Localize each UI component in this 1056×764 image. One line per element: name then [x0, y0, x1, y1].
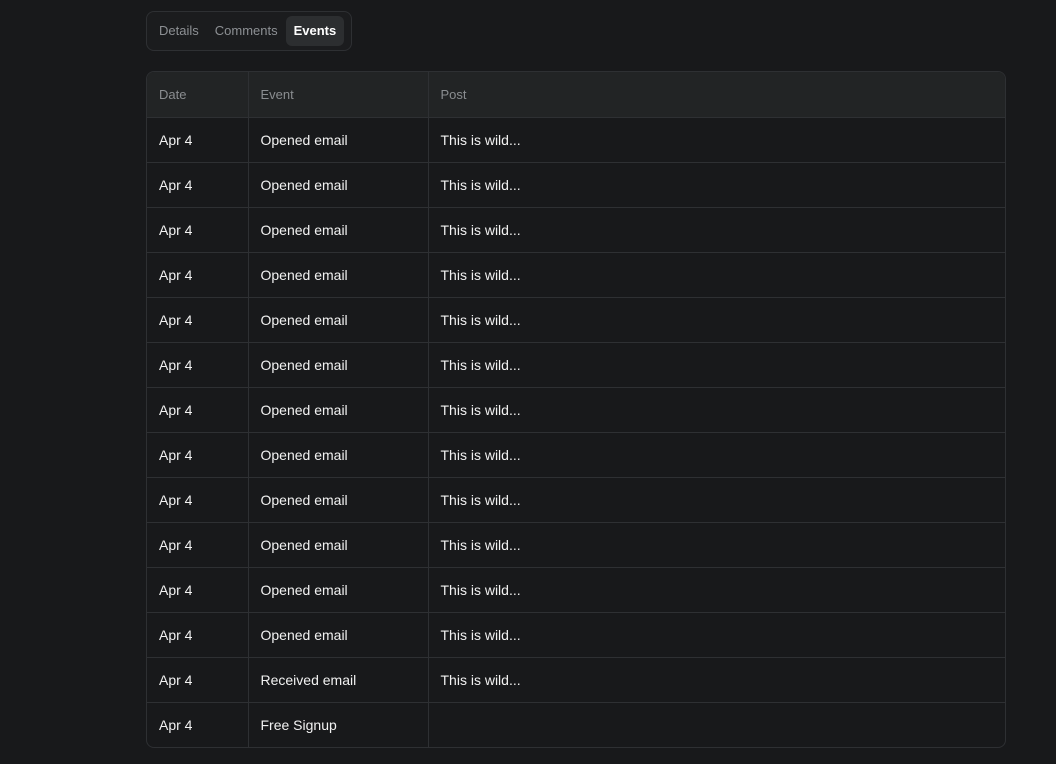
table-row[interactable]: Apr 4 Opened email This is wild... — [147, 296, 1005, 342]
table-row[interactable]: Apr 4 Opened email This is wild... — [147, 117, 1005, 162]
event-cell: Opened email — [247, 251, 428, 297]
date-cell: Apr 4 — [147, 611, 248, 657]
event-cell: Opened email — [247, 341, 428, 387]
table-row[interactable]: Apr 4 Opened email This is wild... — [147, 206, 1005, 252]
table-body: Apr 4 Opened email This is wild... Apr 4 Ope… — [147, 117, 1005, 747]
table-header-row: Date Event Post — [147, 72, 1005, 118]
date-cell: Apr 4 — [147, 431, 248, 477]
date-cell: Apr 4 — [147, 566, 248, 612]
tab-bar: Details Comments Events — [146, 11, 352, 51]
date-cell: Apr 4 — [147, 341, 248, 387]
event-cell: Opened email — [247, 161, 428, 207]
event-cell: Opened email — [247, 117, 428, 162]
tab-comments[interactable]: Comments — [207, 16, 286, 46]
post-cell: This is wild... — [427, 341, 1005, 387]
date-cell: Apr 4 — [147, 206, 248, 252]
date-cell: Apr 4 — [147, 701, 248, 747]
post-cell: This is wild... — [427, 521, 1005, 567]
post-cell: This is wild... — [427, 251, 1005, 297]
tab-events[interactable]: Events — [285, 16, 345, 46]
date-cell: Apr 4 — [147, 476, 248, 522]
event-cell: Opened email — [247, 521, 428, 567]
post-cell: This is wild... — [427, 386, 1005, 432]
table-row[interactable]: Apr 4 Free Signup — [147, 701, 1005, 747]
post-cell: This is wild... — [427, 656, 1005, 702]
post-cell: This is wild... — [427, 611, 1005, 657]
post-cell: This is wild... — [427, 566, 1005, 612]
table-row[interactable]: Apr 4 Opened email This is wild... — [147, 251, 1005, 297]
post-cell: This is wild... — [427, 117, 1005, 162]
event-cell: Opened email — [247, 611, 428, 657]
table-row[interactable]: Apr 4 Opened email This is wild... — [147, 521, 1005, 567]
table-row[interactable]: Apr 4 Opened email This is wild... — [147, 476, 1005, 522]
date-cell: Apr 4 — [159, 131, 193, 148]
post-cell: This is wild... — [427, 206, 1005, 252]
event-cell: Opened email — [247, 476, 428, 522]
post-cell: This is wild... — [427, 431, 1005, 477]
table-row[interactable]: Apr 4 Received email This is wild... — [147, 656, 1005, 702]
column-header-date: Date — [147, 72, 248, 118]
table-row[interactable]: Apr 4 Opened email This is wild... — [147, 386, 1005, 432]
event-cell: Opened email — [247, 431, 428, 477]
table-row[interactable]: Apr 4 Opened email This is wild... — [147, 566, 1005, 612]
table-row[interactable]: Apr 4 Opened email This is wild... — [147, 431, 1005, 477]
event-cell: Opened email — [247, 296, 428, 342]
event-cell: Free Signup — [247, 701, 428, 747]
event-cell: Opened email — [247, 206, 428, 252]
event-cell: Received email — [247, 656, 428, 702]
post-cell — [427, 701, 1005, 747]
post-cell: This is wild... — [427, 161, 1005, 207]
post-cell: This is wild... — [427, 476, 1005, 522]
table-row[interactable]: Apr 4 Opened email This is wild... — [147, 161, 1005, 207]
table-row[interactable]: Apr 4 Opened email This is wild... — [147, 611, 1005, 657]
event-cell: Opened email — [247, 386, 428, 432]
post-cell: This is wild... — [427, 296, 1005, 342]
date-cell: Apr 4 — [147, 296, 248, 342]
date-cell: Apr 4 — [147, 386, 248, 432]
events-table: Date Event Post Apr 4 Opened email This is… — [146, 71, 1006, 748]
tab-details[interactable]: Details — [151, 16, 207, 46]
table-row[interactable]: Apr 4 Opened email This is wild... — [147, 341, 1005, 387]
event-cell: Opened email — [247, 566, 428, 612]
date-cell: Apr 4 — [147, 161, 248, 207]
date-cell: Apr 4 — [147, 521, 248, 567]
column-header-event: Event — [247, 72, 428, 118]
date-cell: Apr 4 — [147, 251, 248, 297]
date-cell: Apr 4 — [147, 656, 248, 702]
column-header-post: Post — [427, 72, 1005, 118]
